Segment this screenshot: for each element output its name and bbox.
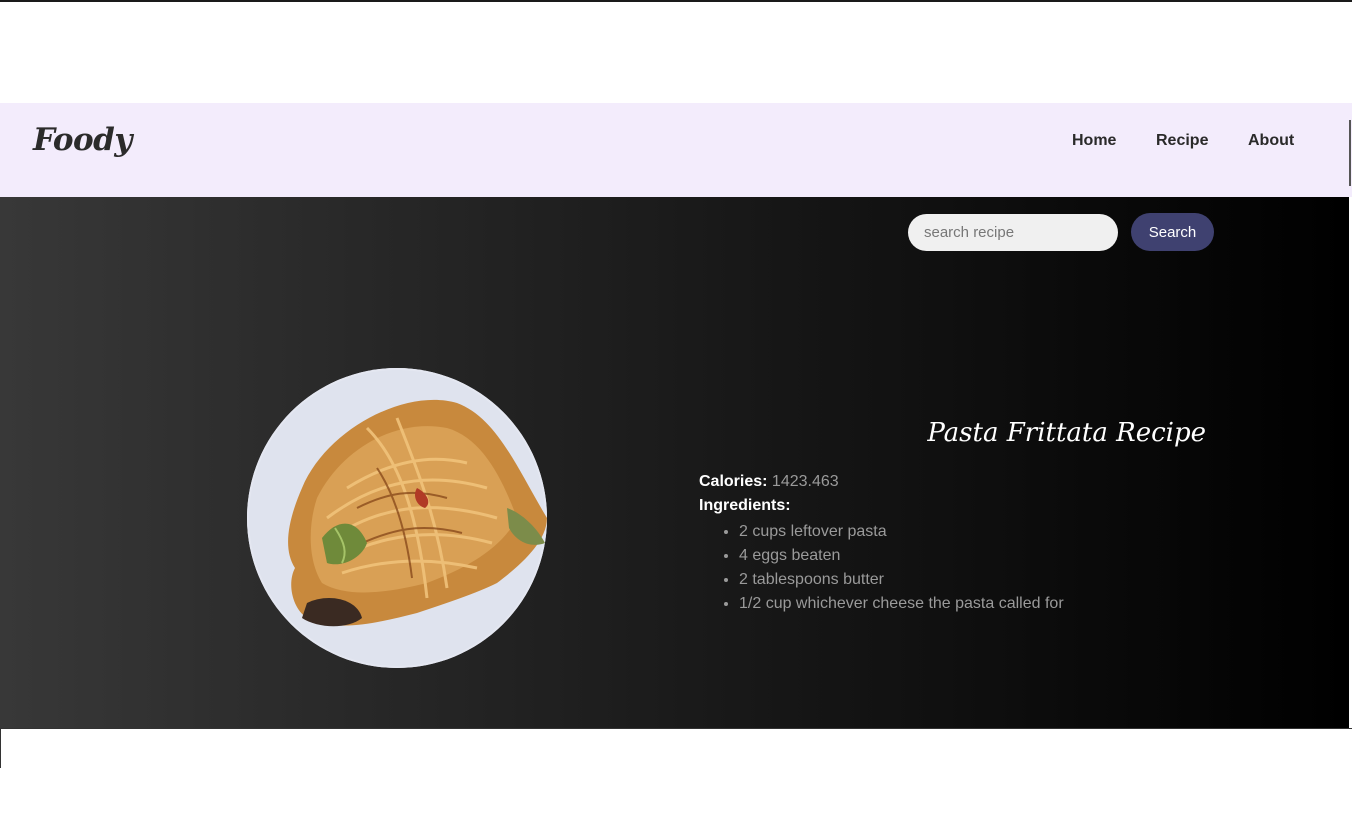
top-border-line [0,0,1352,2]
ingredients-label: Ingredients: [699,497,791,514]
left-border-line [0,728,1,768]
search-button[interactable]: Search [1131,213,1214,251]
ingredient-item: 1/2 cup whichever cheese the pasta calle… [739,592,1064,616]
recipe-title: Pasta Frittata Recipe [927,418,1206,448]
ingredient-item: 4 eggs beaten [739,544,1064,568]
nav-link-about[interactable]: About [1248,132,1294,150]
pasta-frittata-picture [247,368,547,668]
ingredients-list: 2 cups leftover pasta 4 eggs beaten 2 ta… [699,520,1064,616]
nav-link-home[interactable]: Home [1072,132,1116,150]
nav-link-recipe[interactable]: Recipe [1156,132,1208,150]
calories-label: Calories: [699,473,768,490]
recipe-image [247,368,547,668]
hero-bottom-border [0,728,1352,729]
calories-value: 1423.463 [771,473,839,490]
navbar [0,103,1352,197]
ingredient-item: 2 cups leftover pasta [739,520,1064,544]
ingredient-item: 2 tablespoons butter [739,568,1064,592]
logo[interactable]: Foody [33,122,132,158]
calories-row: Calories: 1423.463 [699,472,839,492]
window-edge [1349,120,1351,186]
search-input[interactable] [908,214,1118,251]
hero-section [0,197,1349,728]
